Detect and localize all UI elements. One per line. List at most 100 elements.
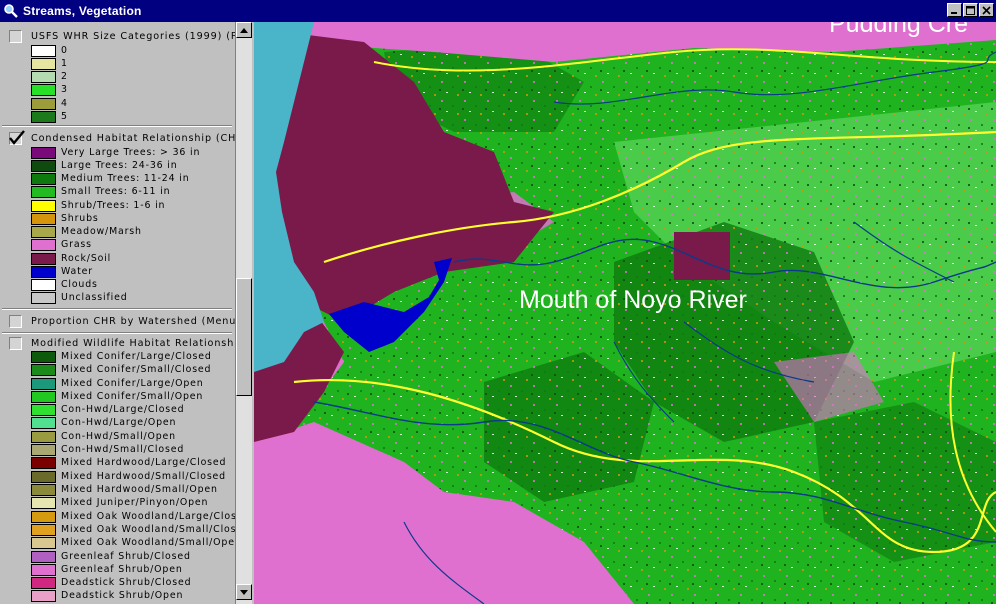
legend-label: Con-Hwd/Small/Open xyxy=(61,431,176,442)
minimize-button[interactable] xyxy=(947,3,962,17)
legend-scrollbar[interactable] xyxy=(236,22,252,604)
legend-label: Unclassified xyxy=(61,292,128,303)
legend-label: Mixed Hardwood/Small/Open xyxy=(61,484,218,495)
title-bar: Streams, Vegetation xyxy=(0,0,996,22)
scrollbar-thumb[interactable] xyxy=(236,278,252,396)
legend-item: Mixed Oak Woodland/Small/Open xyxy=(31,536,236,549)
checkmark-icon xyxy=(9,130,25,145)
legend-item: 0 xyxy=(31,44,68,57)
legend-label: Mixed Juniper/Pinyon/Open xyxy=(61,497,209,508)
legend-label: Meadow/Marsh xyxy=(61,226,142,237)
legend-swatch xyxy=(31,430,56,443)
legend-swatch xyxy=(31,212,56,225)
legend-label: Mixed Conifer/Large/Closed xyxy=(61,351,212,362)
legend-item: Very Large Trees: > 36 in xyxy=(31,146,200,159)
layer-visibility-checkbox[interactable] xyxy=(9,337,22,350)
legend-label: Rock/Soil xyxy=(61,253,112,264)
arrow-down-icon xyxy=(240,589,248,595)
legend-label: Deadstick Shrub/Open xyxy=(61,590,184,601)
legend-swatch xyxy=(31,44,56,57)
legend-item: Meadow/Marsh xyxy=(31,225,142,238)
legend-label: 2 xyxy=(61,71,68,82)
window-title: Streams, Vegetation xyxy=(23,4,142,18)
legend-label: Grass xyxy=(61,239,92,250)
legend-item: Con-Hwd/Small/Closed xyxy=(31,443,184,456)
legend-item: Deadstick Shrub/Closed xyxy=(31,576,191,589)
legend-swatch xyxy=(31,159,56,172)
close-icon xyxy=(982,5,991,15)
legend-swatch xyxy=(31,350,56,363)
legend-label: 4 xyxy=(61,98,68,109)
legend-item: Greenleaf Shrub/Open xyxy=(31,563,183,576)
legend-item: Mixed Conifer/Large/Open xyxy=(31,377,204,390)
legend-swatch xyxy=(31,510,56,523)
legend-panel: USFS WHR Size Categories (1999) (P 0 1 2… xyxy=(0,22,236,604)
legend-label: Clouds xyxy=(61,279,98,290)
legend-swatch xyxy=(31,57,56,70)
legend-label: Mixed Hardwood/Large/Closed xyxy=(61,457,227,468)
legend-swatch xyxy=(31,563,56,576)
legend-item: Small Trees: 6-11 in xyxy=(31,185,170,198)
scroll-down-button[interactable] xyxy=(236,584,252,600)
legend-item: Mixed Oak Woodland/Large/Close xyxy=(31,510,235,523)
legend-swatch xyxy=(31,363,56,376)
legend-swatch xyxy=(31,172,56,185)
legend-item: Mixed Hardwood/Large/Closed xyxy=(31,456,226,469)
legend-swatch xyxy=(31,390,56,403)
scroll-up-button[interactable] xyxy=(236,22,252,38)
legend-swatch xyxy=(31,97,56,110)
legend-label: Shrub/Trees: 1-6 in xyxy=(61,200,166,211)
legend-label: Mixed Conifer/Small/Closed xyxy=(61,364,212,375)
legend-swatch xyxy=(31,443,56,456)
legend-item: 5 xyxy=(31,110,68,123)
legend-label: Water xyxy=(61,266,93,277)
legend-item: Con-Hwd/Large/Open xyxy=(31,416,176,429)
layer-visibility-checkbox[interactable] xyxy=(9,315,22,328)
rock-soil-area xyxy=(674,232,730,280)
legend-swatch xyxy=(31,523,56,536)
legend-item: Mixed Oak Woodland/Small/Close xyxy=(31,523,235,536)
legend-item: 3 xyxy=(31,83,68,96)
legend-item: Water xyxy=(31,265,93,278)
legend-label: Mixed Conifer/Small/Open xyxy=(61,391,204,402)
legend-swatch xyxy=(31,185,56,198)
layer-proportion-chr[interactable]: Proportion CHR by Watershed (Menu T xyxy=(0,310,235,332)
magnifier-app-icon xyxy=(4,4,18,18)
legend-label: Mixed Oak Woodland/Small/Open xyxy=(61,537,236,548)
close-button[interactable] xyxy=(979,3,994,17)
legend-item: Clouds xyxy=(31,278,98,291)
legend-swatch xyxy=(31,496,56,509)
map-label-mouth-of-noyo-river: Mouth of Noyo River xyxy=(519,286,747,314)
maximize-button[interactable] xyxy=(963,3,978,17)
legend-item: Greenleaf Shrub/Closed xyxy=(31,550,191,563)
legend-item: Large Trees: 24-36 in xyxy=(31,159,178,172)
maximize-icon xyxy=(966,5,975,15)
legend-swatch xyxy=(31,238,56,251)
legend-item: Shrub/Trees: 1-6 in xyxy=(31,199,165,212)
legend-item: Mixed Juniper/Pinyon/Open xyxy=(31,496,208,509)
legend-swatch xyxy=(31,199,56,212)
legend-swatch xyxy=(31,265,56,278)
legend-item: Mixed Hardwood/Small/Closed xyxy=(31,470,226,483)
map-view[interactable]: Mouth of Noyo River Pudding Cre xyxy=(254,22,996,604)
layer-name: Condensed Habitat Relationship (CHR) xyxy=(31,132,236,144)
legend-swatch xyxy=(31,278,56,291)
layer-visibility-checkbox[interactable] xyxy=(9,130,25,145)
legend-label: Con-Hwd/Large/Open xyxy=(61,417,177,428)
map-label-pudding-creek: Pudding Cre xyxy=(829,22,968,38)
legend-label: Mixed Hardwood/Small/Closed xyxy=(61,471,226,482)
legend-swatch xyxy=(31,550,56,563)
legend-item: Mixed Conifer/Small/Closed xyxy=(31,363,211,376)
legend-label: Greenleaf Shrub/Open xyxy=(61,564,183,575)
legend-item: 1 xyxy=(31,57,68,70)
legend-swatch xyxy=(31,252,56,265)
legend-swatch xyxy=(31,70,56,83)
layer-name: USFS WHR Size Categories (1999) (P xyxy=(31,30,236,42)
legend-label: 3 xyxy=(61,84,68,95)
layer-visibility-checkbox[interactable] xyxy=(9,30,22,43)
legend-swatch xyxy=(31,403,56,416)
legend-label: Greenleaf Shrub/Closed xyxy=(61,551,191,562)
minimize-icon xyxy=(951,11,957,14)
legend-label: Very Large Trees: > 36 in xyxy=(61,147,201,158)
legend-item: Shrubs xyxy=(31,212,99,225)
